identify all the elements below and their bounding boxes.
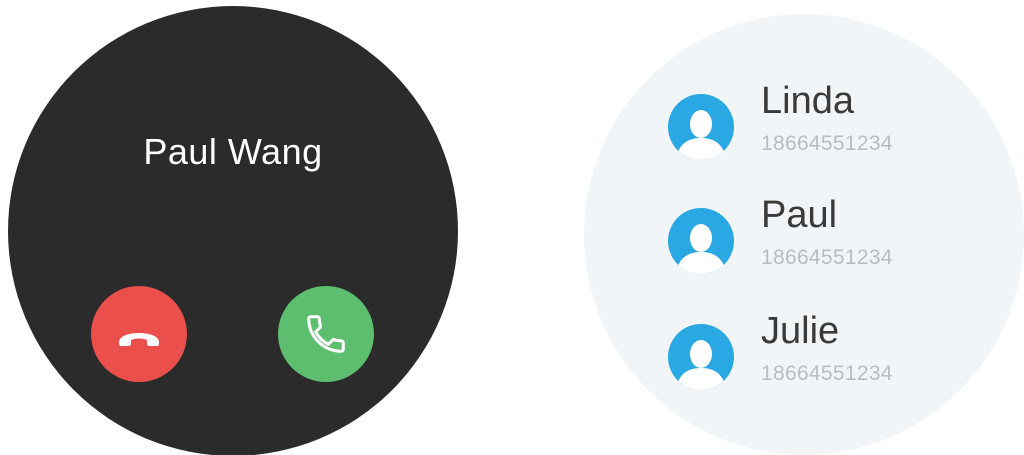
contact-number: 18664551234 [761, 246, 893, 269]
contact-number: 18664551234 [761, 362, 893, 385]
contact-name: Paul [761, 194, 838, 236]
screen: Paul Wang Linda 18664551234 Paul 1866455… [0, 0, 1024, 455]
answer-call-button[interactable] [278, 286, 374, 382]
caller-name: Paul Wang [143, 131, 323, 172]
phone-icon [303, 311, 349, 357]
incoming-call-screen: Paul Wang [8, 6, 458, 455]
contact-number: 18664551234 [761, 132, 893, 155]
avatar-icon [668, 208, 734, 274]
contact-name: Julie [761, 310, 840, 352]
phone-hangup-icon [115, 322, 163, 346]
decline-call-button[interactable] [91, 286, 187, 382]
contacts-screen: Linda 18664551234 Paul 18664551234 Julie… [584, 14, 1024, 455]
contact-item[interactable]: Paul 18664551234 [668, 194, 988, 274]
contact-item[interactable]: Linda 18664551234 [668, 80, 988, 160]
contact-name: Linda [761, 80, 854, 122]
contact-item[interactable]: Julie 18664551234 [668, 310, 988, 390]
avatar-icon [668, 94, 734, 160]
avatar-icon [668, 324, 734, 390]
